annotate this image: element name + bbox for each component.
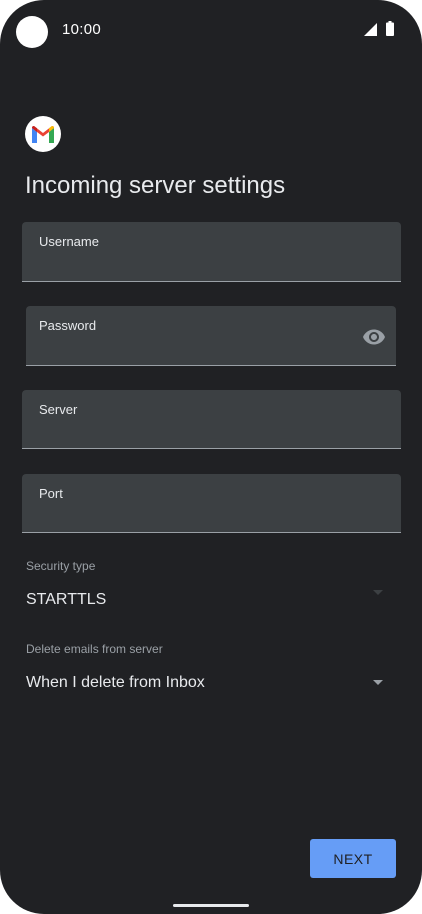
page-title: Incoming server settings [25,172,286,199]
password-label: Password [39,318,97,333]
username-field[interactable]: Username [22,222,401,282]
port-label: Port [39,486,63,501]
chevron-down-icon[interactable] [373,590,383,595]
server-label: Server [39,402,78,417]
delete-emails-label: Delete emails from server [26,642,163,656]
next-button[interactable]: NEXT [310,839,396,878]
status-time: 10:00 [62,21,102,38]
phone-screen: 10:00 Incoming server settings Username … [0,0,422,914]
eye-icon[interactable] [362,325,386,349]
camera-cutout [16,16,48,48]
password-field[interactable]: Password [26,306,396,366]
delete-emails-select[interactable]: When I delete from Inbox [26,674,205,692]
battery-icon [386,21,394,36]
chevron-down-icon[interactable] [373,680,383,685]
signal-icon [364,23,377,36]
username-label: Username [39,234,99,249]
gmail-logo [25,116,61,152]
server-field[interactable]: Server [22,390,401,449]
security-type-label: Security type [26,559,96,573]
home-gesture-bar[interactable] [173,904,249,907]
security-type-select[interactable]: STARTTLS [26,591,106,609]
gmail-logo-icon [32,125,54,143]
port-field[interactable]: Port [22,474,401,533]
